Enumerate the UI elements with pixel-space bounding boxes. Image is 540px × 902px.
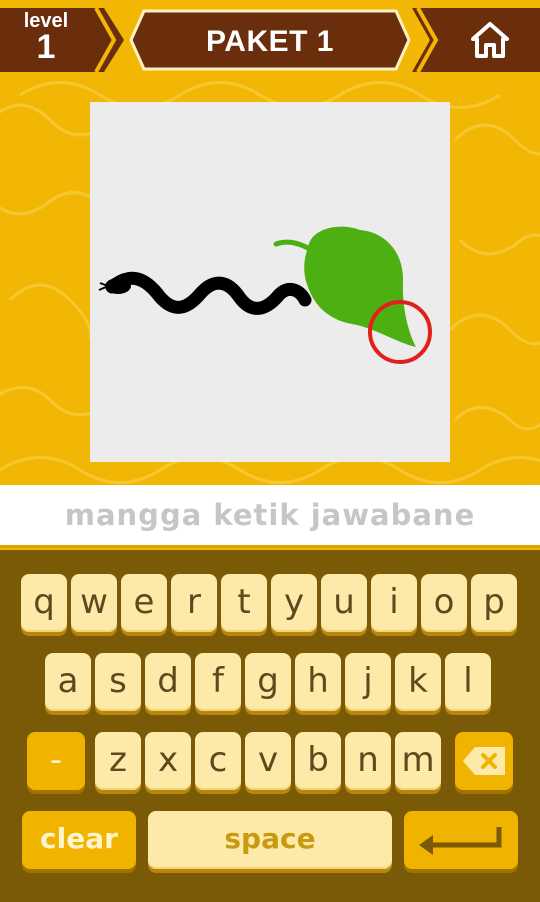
key-b[interactable]: b bbox=[295, 732, 341, 790]
key-l[interactable]: l bbox=[445, 653, 491, 711]
answer-input[interactable] bbox=[0, 485, 540, 545]
key-v[interactable]: v bbox=[245, 732, 291, 790]
key-e[interactable]: e bbox=[121, 574, 167, 632]
enter-button[interactable] bbox=[404, 811, 518, 869]
keyboard: q w e r t y u i o p a s d f g h j k l - … bbox=[0, 548, 540, 902]
backspace-icon bbox=[463, 747, 505, 775]
key-t[interactable]: t bbox=[221, 574, 267, 632]
key-n[interactable]: n bbox=[345, 732, 391, 790]
key-j[interactable]: j bbox=[345, 653, 391, 711]
key-d[interactable]: d bbox=[145, 653, 191, 711]
key-f[interactable]: f bbox=[195, 653, 241, 711]
key-p[interactable]: p bbox=[471, 574, 517, 632]
key-x[interactable]: x bbox=[145, 732, 191, 790]
key-i[interactable]: i bbox=[371, 574, 417, 632]
key-q[interactable]: q bbox=[21, 574, 67, 632]
page-title: PAKET 1 bbox=[206, 25, 334, 58]
home-button[interactable] bbox=[412, 8, 540, 72]
key-g[interactable]: g bbox=[245, 653, 291, 711]
home-icon bbox=[471, 22, 509, 58]
key-y[interactable]: y bbox=[271, 574, 317, 632]
key-a[interactable]: a bbox=[45, 653, 91, 711]
key-w[interactable]: w bbox=[71, 574, 117, 632]
key-m[interactable]: m bbox=[395, 732, 441, 790]
key-dash[interactable]: - bbox=[27, 732, 85, 790]
backspace-button[interactable] bbox=[455, 732, 513, 790]
clear-button[interactable]: clear bbox=[22, 811, 136, 869]
key-s[interactable]: s bbox=[95, 653, 141, 711]
puzzle-image bbox=[90, 102, 450, 462]
key-k[interactable]: k bbox=[395, 653, 441, 711]
level-number: 1 bbox=[36, 28, 56, 66]
key-c[interactable]: c bbox=[195, 732, 241, 790]
key-o[interactable]: o bbox=[421, 574, 467, 632]
level-indicator: level 1 bbox=[0, 8, 124, 72]
key-r[interactable]: r bbox=[171, 574, 217, 632]
enter-icon bbox=[419, 827, 502, 855]
space-button[interactable]: space bbox=[148, 811, 392, 869]
answer-bar bbox=[0, 485, 540, 548]
top-bar: level 1 PAKET 1 bbox=[0, 0, 540, 78]
snake-icon bbox=[98, 271, 312, 315]
key-h[interactable]: h bbox=[295, 653, 341, 711]
key-z[interactable]: z bbox=[95, 732, 141, 790]
key-u[interactable]: u bbox=[321, 574, 367, 632]
